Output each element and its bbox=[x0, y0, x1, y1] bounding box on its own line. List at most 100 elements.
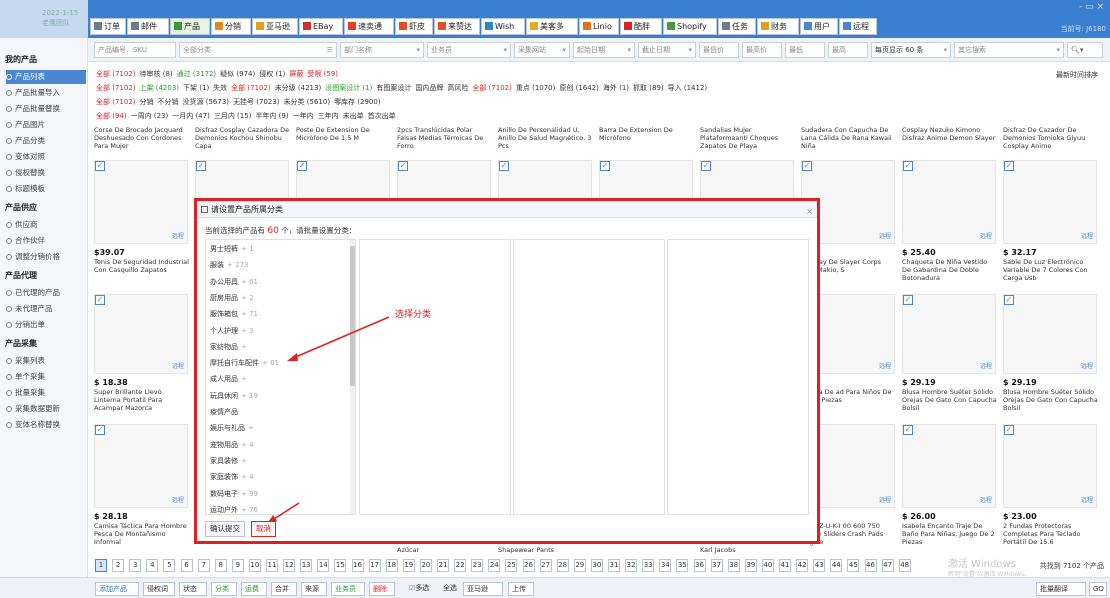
page-button[interactable]: 25 bbox=[505, 559, 518, 572]
product-card[interactable]: Cosplay Nezuko Kimono Disfraz Anime Demo… bbox=[902, 122, 998, 282]
page-button[interactable]: 44 bbox=[830, 559, 843, 572]
sidebar-item[interactable]: 批量采集 bbox=[6, 386, 86, 400]
sort-select[interactable]: 最新时间排序 bbox=[1056, 70, 1098, 80]
toolbar-button[interactable]: 合并 bbox=[271, 582, 297, 596]
filter-option[interactable]: 全部 (7102) bbox=[96, 98, 136, 106]
filter-option[interactable]: 零库存 (2900) bbox=[334, 98, 381, 106]
page-button[interactable]: 33 bbox=[642, 559, 655, 572]
page-button[interactable]: 24 bbox=[488, 559, 501, 572]
page-button[interactable]: 22 bbox=[454, 559, 467, 572]
filter-option[interactable]: 导入 (1412) bbox=[668, 84, 708, 92]
tab-mercado[interactable]: 美客多 bbox=[526, 18, 578, 35]
sidebar-item[interactable]: 产品批量替换 bbox=[6, 102, 86, 116]
page-button[interactable]: 16 bbox=[351, 559, 364, 572]
remote-label[interactable]: 远程 bbox=[1081, 495, 1093, 504]
page-button[interactable]: 28 bbox=[556, 559, 569, 572]
product-card[interactable]: Disfraz De Cazador De Demonios Tomioka G… bbox=[1003, 122, 1099, 282]
tab-shopify[interactable]: Shopify bbox=[663, 18, 717, 35]
filter-option[interactable]: 未出单 bbox=[343, 112, 364, 120]
checkbox-icon[interactable]: ✓ bbox=[903, 425, 913, 435]
tab-product[interactable]: 产品 bbox=[170, 18, 210, 35]
product-image[interactable]: 远程 bbox=[902, 160, 996, 244]
site-select[interactable]: 亚马逊 bbox=[463, 582, 503, 596]
page-button[interactable]: 18 bbox=[385, 559, 398, 572]
filter-option[interactable]: 国内品牌 bbox=[415, 84, 443, 92]
filter-option[interactable]: 全部 (7102) bbox=[472, 84, 512, 92]
remote-label[interactable]: 远程 bbox=[980, 495, 992, 504]
page-button[interactable]: 41 bbox=[779, 559, 791, 572]
page-button[interactable]: 46 bbox=[864, 559, 877, 572]
sku-search-input[interactable]: 产品编号、SKU bbox=[94, 42, 176, 58]
filter-option[interactable]: 全部 (94) bbox=[96, 112, 127, 120]
filter-option[interactable]: 半年内 (9) bbox=[255, 112, 288, 120]
page-button[interactable]: 7 bbox=[197, 559, 210, 572]
page-button[interactable]: 23 bbox=[471, 559, 484, 572]
search-button[interactable]: 🔍︎▾ bbox=[1067, 42, 1103, 58]
filter-option[interactable]: 待审核 (8) bbox=[140, 70, 173, 78]
filter-option[interactable]: 未分类 (5610) bbox=[284, 98, 331, 106]
page-button[interactable]: 30 bbox=[590, 559, 603, 572]
remote-label[interactable]: 远程 bbox=[879, 231, 891, 240]
checkbox-icon[interactable]: ✓ bbox=[701, 161, 711, 171]
remote-label[interactable]: 远程 bbox=[879, 361, 891, 370]
page-button[interactable]: 6 bbox=[180, 559, 193, 572]
filter-option[interactable]: 失效 bbox=[213, 84, 227, 92]
sidebar-item[interactable]: 产品分类 bbox=[6, 134, 86, 148]
tab-order[interactable]: 订单 bbox=[90, 18, 126, 35]
toolbar-button[interactable]: 来源 bbox=[301, 582, 327, 596]
filter-option[interactable]: 抓取 (89) bbox=[633, 84, 664, 92]
remote-label[interactable]: 远程 bbox=[980, 361, 992, 370]
filter-option[interactable]: 一年内 bbox=[293, 112, 314, 120]
sidebar-item[interactable]: 采集数据更新 bbox=[6, 402, 86, 416]
toolbar-button[interactable]: 侵权词 bbox=[143, 582, 175, 596]
page-button[interactable]: 47 bbox=[881, 559, 894, 572]
site-select[interactable]: 采集网站 ▾ bbox=[514, 42, 570, 58]
product-image[interactable]: 远程 bbox=[902, 424, 996, 508]
product-card[interactable]: 远程 ✓ $ 29.19 Blusa Hombre Suéter Sólido Ore… bbox=[1003, 254, 1099, 412]
product-image[interactable]: 远程 bbox=[1003, 294, 1097, 374]
toolbar-button[interactable]: 状态 bbox=[179, 582, 207, 596]
page-button[interactable]: 9 bbox=[231, 559, 244, 572]
filter-option[interactable]: 重点 (1070) bbox=[516, 84, 556, 92]
tab-amazon[interactable]: 亚马逊 bbox=[252, 18, 298, 35]
go-button[interactable]: GO bbox=[1089, 582, 1107, 596]
filter-option[interactable]: 疑似 (974) bbox=[220, 70, 255, 78]
page-button[interactable]: 37 bbox=[710, 559, 723, 572]
filter-option[interactable]: 分销 bbox=[140, 98, 154, 106]
remote-label[interactable]: 远程 bbox=[1081, 361, 1093, 370]
page-button[interactable]: 5 bbox=[163, 559, 176, 572]
tab-task[interactable]: 任务 bbox=[718, 18, 756, 35]
product-card[interactable]: 远程 ✓ $ 28.18 Camisa Táctica Para Hombre Pes… bbox=[94, 386, 190, 546]
window-controls[interactable]: - ▭ × bbox=[1079, 2, 1104, 12]
page-button[interactable]: 12 bbox=[283, 559, 296, 572]
filter-option[interactable]: 三月内 (15) bbox=[214, 112, 252, 120]
tab-distribution[interactable]: 分销 bbox=[211, 18, 251, 35]
filter-option[interactable]: 三年内 bbox=[318, 112, 339, 120]
checkbox-icon[interactable]: ✓ bbox=[903, 295, 913, 305]
page-button[interactable]: 15 bbox=[334, 559, 347, 572]
product-image[interactable]: 远程 bbox=[94, 294, 188, 374]
checkbox-icon[interactable]: ✓ bbox=[802, 161, 812, 171]
min-qty-input[interactable]: 最低 bbox=[785, 42, 825, 58]
page-button[interactable]: 1 bbox=[95, 559, 107, 572]
sidebar-item[interactable]: 已代理的产品 bbox=[6, 286, 86, 300]
checkbox-icon[interactable]: ✓ bbox=[398, 161, 408, 171]
page-button[interactable]: 17 bbox=[368, 559, 381, 572]
start-date-input[interactable]: 起始日期 ▾ bbox=[573, 42, 635, 58]
checkbox-icon[interactable]: ✓ bbox=[600, 161, 610, 171]
filter-option[interactable]: 未分级 (4213) bbox=[275, 84, 322, 92]
filter-option[interactable]: 原创 (1642) bbox=[559, 84, 599, 92]
select-all-label[interactable]: 全选 bbox=[440, 582, 460, 596]
max-qty-input[interactable]: 最高 bbox=[828, 42, 868, 58]
filter-option[interactable]: 受限 (59) bbox=[307, 70, 338, 78]
product-card[interactable]: 远程 ✓ $ 18.38 Super Brillante Llevó Linterna… bbox=[94, 254, 190, 412]
product-card[interactable]: 远程 ✓ $ 29.19 Blusa Hombre Suéter Sólido Ore… bbox=[902, 254, 998, 412]
salesperson-select[interactable]: 业务员 ▾ bbox=[427, 42, 511, 58]
page-button[interactable]: 21 bbox=[437, 559, 449, 572]
checkbox-icon[interactable]: ✓ bbox=[95, 425, 105, 435]
filter-option[interactable]: 不分销 bbox=[158, 98, 179, 106]
filter-option[interactable]: 全部 (7102) bbox=[231, 84, 271, 92]
checkbox-icon[interactable]: ✓ bbox=[297, 161, 307, 171]
page-button[interactable]: 8 bbox=[214, 559, 227, 572]
sidebar-item[interactable]: 变体对照 bbox=[6, 150, 86, 164]
